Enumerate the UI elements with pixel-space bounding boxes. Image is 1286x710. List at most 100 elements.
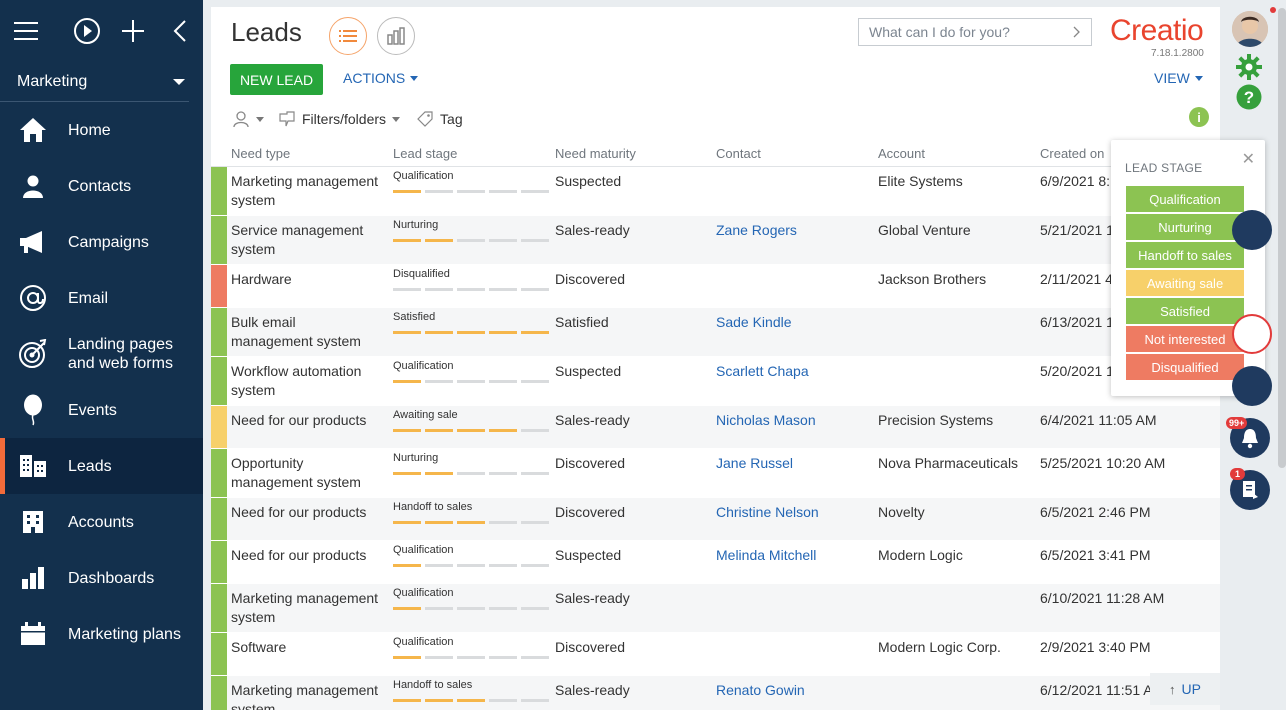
lead-stage-cell: Nurturing	[393, 452, 549, 475]
bell-icon	[1242, 429, 1258, 449]
stage-progress-bar	[393, 472, 549, 475]
lead-stage-cell: Qualification	[393, 587, 549, 610]
table-row[interactable]: Marketing management system Qualification…	[211, 167, 1220, 216]
table-row[interactable]: Need for our products Handoff to sales Dis…	[211, 498, 1220, 541]
plus-icon[interactable]	[110, 11, 156, 51]
stage-progress-bar	[393, 564, 549, 567]
created-on-cell: 6/13/2021 1	[1040, 314, 1114, 330]
building-icon	[18, 507, 48, 537]
sidebar-item-home[interactable]: Home	[0, 102, 203, 158]
table-row[interactable]: Bulk email management system Satisfied Sat…	[211, 308, 1220, 357]
sidebar-item-landing-pages[interactable]: Landing pages and web forms	[0, 326, 203, 382]
contact-link[interactable]: Renato Gowin	[716, 681, 805, 700]
col-need-maturity[interactable]: Need maturity	[555, 146, 636, 161]
stage-color-stripe	[211, 498, 227, 540]
lead-stage-cell: Handoff to sales	[393, 501, 549, 524]
command-search-input[interactable]: What can I do for you?	[858, 18, 1092, 46]
contact-link[interactable]: Sade Kindle	[716, 313, 792, 332]
chat-button[interactable]	[1232, 366, 1272, 406]
list-view-button[interactable]	[329, 17, 367, 55]
sidebar-item-contacts[interactable]: Contacts	[0, 158, 203, 214]
created-on-cell: 6/5/2021 2:46 PM	[1040, 504, 1151, 520]
stage-progress-bar	[393, 331, 549, 334]
avatar[interactable]	[1232, 11, 1268, 47]
table-row[interactable]: Opportunity management system Nurturing Di…	[211, 449, 1220, 498]
lead-stage-cell: Satisfied	[393, 311, 549, 334]
table-row[interactable]: Hardware Disqualified Discovered Jackson Br…	[211, 265, 1220, 308]
bar-chart-icon	[18, 563, 48, 593]
sidebar-item-marketing-plans[interactable]: Marketing plans	[0, 606, 203, 662]
analytics-view-button[interactable]	[377, 17, 415, 55]
new-lead-button[interactable]: NEW LEAD	[230, 64, 323, 95]
sidebar-item-dashboards[interactable]: Dashboards	[0, 550, 203, 606]
right-panel: ? 99+ 1	[1220, 0, 1286, 710]
feed-badge: 1	[1230, 468, 1246, 480]
sidebar-item-email[interactable]: Email	[0, 270, 203, 326]
account-cell: Nova Pharmaceuticals	[878, 455, 1019, 471]
contact-link[interactable]: Zane Rogers	[716, 221, 797, 240]
need-maturity-cell: Suspected	[555, 363, 622, 379]
play-icon[interactable]	[64, 11, 110, 51]
collapse-chevron-icon[interactable]	[157, 11, 203, 51]
table-row[interactable]: Service management system Nurturing Sales-…	[211, 216, 1220, 265]
col-lead-stage[interactable]: Lead stage	[393, 146, 457, 161]
col-account[interactable]: Account	[878, 146, 925, 161]
sidebar-item-accounts[interactable]: Accounts	[0, 494, 203, 550]
chevron-down-icon[interactable]	[392, 116, 401, 122]
tag-button[interactable]: Tag	[440, 111, 463, 127]
view-menu-button[interactable]: VIEW	[1154, 70, 1203, 86]
lead-stage-label: Satisfied	[393, 311, 436, 323]
account-cell: Precision Systems	[878, 412, 994, 428]
sidebar-toolbar	[0, 0, 203, 62]
leads-icon	[18, 451, 48, 481]
workspace-select[interactable]: Marketing	[0, 62, 189, 102]
col-need-type[interactable]: Need type	[231, 146, 290, 161]
creatio-logo: Creatio	[1110, 14, 1204, 47]
sidebar-item-campaigns[interactable]: Campaigns	[0, 214, 203, 270]
gear-icon[interactable]	[1236, 54, 1262, 85]
scrollbar[interactable]	[1278, 8, 1286, 468]
stage-color-stripe	[211, 633, 227, 675]
need-type-cell: Need for our products	[231, 504, 367, 520]
col-created-on[interactable]: Created on	[1040, 146, 1104, 161]
actions-menu-button[interactable]: ACTIONS	[343, 70, 419, 86]
stage-color-stripe	[211, 406, 227, 448]
scroll-up-button[interactable]: ↑ UP	[1150, 673, 1220, 705]
info-icon[interactable]: i	[1189, 107, 1209, 127]
table-row[interactable]: Marketing management system Handoff to sa…	[211, 676, 1220, 710]
communication-panel-button[interactable]	[1232, 210, 1272, 250]
sidebar-item-label: Leads	[68, 457, 112, 475]
need-maturity-cell: Discovered	[555, 639, 626, 655]
created-on-cell: 6/4/2021 11:05 AM	[1040, 412, 1157, 428]
table-row[interactable]: Need for our products Qualification Suspec…	[211, 541, 1220, 584]
lead-stage-label: Awaiting sale	[393, 409, 458, 421]
created-on-cell: 2/11/2021 4	[1040, 271, 1113, 287]
account-cell: Elite Systems	[878, 173, 963, 189]
contact-link[interactable]: Nicholas Mason	[716, 411, 816, 430]
menu-icon[interactable]	[14, 11, 38, 51]
call-button[interactable]	[1232, 314, 1272, 354]
sidebar-item-leads[interactable]: Leads	[0, 438, 203, 494]
chevron-down-icon[interactable]	[256, 116, 264, 122]
contact-link[interactable]: Melinda Mitchell	[716, 546, 816, 565]
stage-progress-bar	[393, 239, 549, 242]
contact-link[interactable]: Jane Russel	[716, 454, 793, 473]
col-contact[interactable]: Contact	[716, 146, 761, 161]
sidebar-item-events[interactable]: Events	[0, 382, 203, 438]
filters-folders-button[interactable]: Filters/folders	[302, 111, 386, 127]
table-row[interactable]: Software Qualification Discovered Modern Lo…	[211, 633, 1220, 676]
help-icon[interactable]: ?	[1236, 84, 1262, 115]
owner-filter-icon[interactable]	[232, 110, 250, 128]
lead-stage-label: Handoff to sales	[393, 501, 473, 513]
stage-color-stripe	[211, 357, 227, 405]
table-row[interactable]: Workflow automation system Qualification S…	[211, 357, 1220, 406]
stage-color-stripe	[211, 167, 227, 215]
lead-stage-label: Qualification	[393, 544, 454, 556]
need-maturity-cell: Suspected	[555, 173, 622, 189]
table-row[interactable]: Need for our products Awaiting sale Sales-…	[211, 406, 1220, 449]
contact-link[interactable]: Christine Nelson	[716, 503, 819, 522]
contact-link[interactable]: Scarlett Chapa	[716, 362, 809, 381]
status-dot	[1270, 7, 1276, 13]
actions-label: ACTIONS	[343, 70, 406, 86]
table-row[interactable]: Marketing management system Qualification…	[211, 584, 1220, 633]
